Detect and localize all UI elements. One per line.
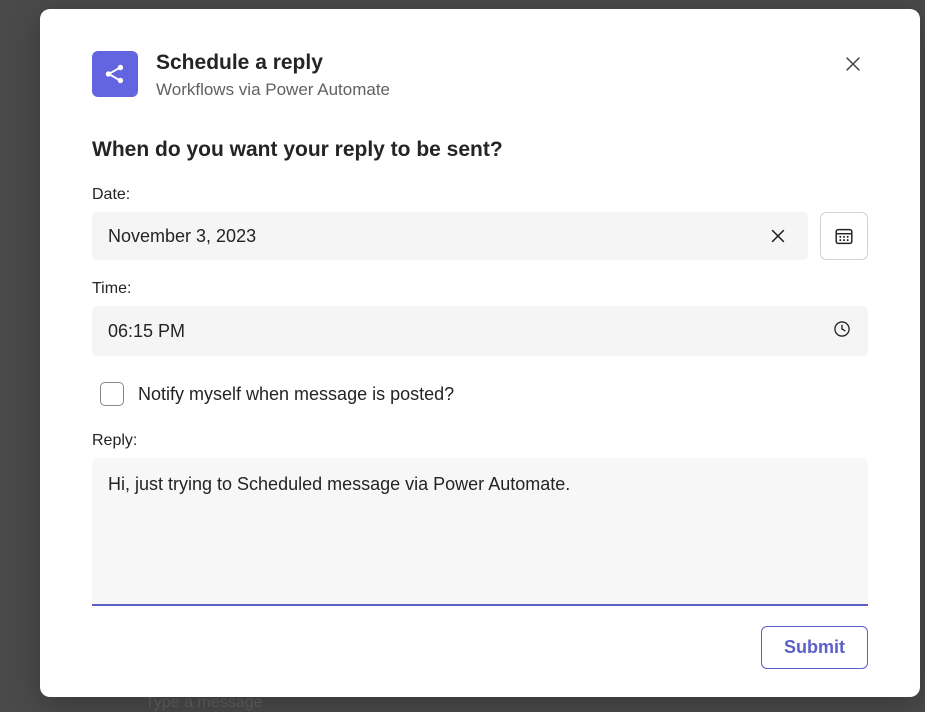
date-value: November 3, 2023 (108, 226, 256, 247)
close-button[interactable] (838, 49, 868, 79)
dialog-footer: Submit (92, 626, 868, 669)
dialog-title: Schedule a reply (156, 49, 390, 76)
reply-textarea[interactable] (92, 458, 868, 606)
calendar-icon (833, 225, 855, 247)
schedule-reply-dialog: Schedule a reply Workflows via Power Aut… (40, 9, 920, 697)
reply-label: Reply: (92, 432, 868, 450)
submit-button[interactable]: Submit (761, 626, 868, 669)
share-icon (102, 61, 128, 87)
notify-checkbox-row: Notify myself when message is posted? (92, 382, 868, 406)
clock-icon-wrapper (832, 319, 852, 344)
calendar-picker-button[interactable] (820, 212, 868, 260)
section-heading: When do you want your reply to be sent? (92, 138, 868, 162)
date-input[interactable]: November 3, 2023 (92, 212, 808, 260)
clear-date-button[interactable] (764, 222, 792, 250)
title-block: Schedule a reply Workflows via Power Aut… (156, 49, 390, 102)
dialog-subtitle: Workflows via Power Automate (156, 78, 390, 102)
close-icon (842, 53, 864, 75)
notify-label[interactable]: Notify myself when message is posted? (138, 384, 454, 405)
date-label: Date: (92, 186, 868, 204)
date-row: November 3, 2023 (92, 212, 868, 260)
app-icon-container (92, 51, 138, 97)
time-input[interactable]: 06:15 PM (92, 306, 868, 356)
time-value: 06:15 PM (108, 321, 185, 342)
clear-icon (768, 226, 788, 246)
dialog-header: Schedule a reply Workflows via Power Aut… (92, 49, 868, 102)
clock-icon (832, 319, 852, 339)
time-label: Time: (92, 280, 868, 298)
header-left: Schedule a reply Workflows via Power Aut… (92, 49, 390, 102)
notify-checkbox[interactable] (100, 382, 124, 406)
